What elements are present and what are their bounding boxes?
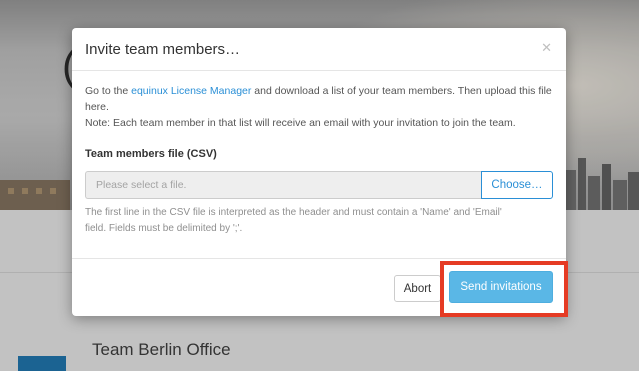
csv-help-line-1: The first line in the CSV file is interp…: [85, 207, 502, 218]
dialog-intro: Go to the equinux License Manager and do…: [85, 83, 555, 131]
dialog-footer: Abort Send invitations: [72, 258, 566, 316]
invite-team-members-dialog: Invite team members… ✕ Go to the equinux…: [72, 28, 566, 316]
dialog-header: Invite team members… ✕: [72, 28, 566, 71]
team-members-file-label: Team members file (CSV): [85, 148, 217, 160]
file-path-input[interactable]: [85, 171, 482, 199]
intro-text: Go to the equinux License Manager and do…: [85, 83, 555, 115]
send-invitations-button[interactable]: Send invitations: [449, 271, 553, 303]
csv-help-text: The first line in the CSV file is interp…: [85, 205, 555, 237]
choose-file-button[interactable]: Choose…: [481, 171, 553, 199]
csv-help-line-2: field. Fields must be delimited by ';'.: [85, 223, 243, 234]
file-picker: Choose…: [85, 171, 553, 199]
license-manager-link[interactable]: equinux License Manager: [131, 85, 251, 97]
close-icon[interactable]: ✕: [541, 40, 552, 56]
app-page: ( Team Berlin Office Invite team members…: [0, 0, 639, 371]
intro-text-start: Go to the: [85, 85, 132, 97]
abort-button[interactable]: Abort: [394, 275, 441, 302]
intro-note: Note: Each team member in that list will…: [85, 117, 516, 129]
dialog-title: Invite team members…: [85, 41, 241, 58]
